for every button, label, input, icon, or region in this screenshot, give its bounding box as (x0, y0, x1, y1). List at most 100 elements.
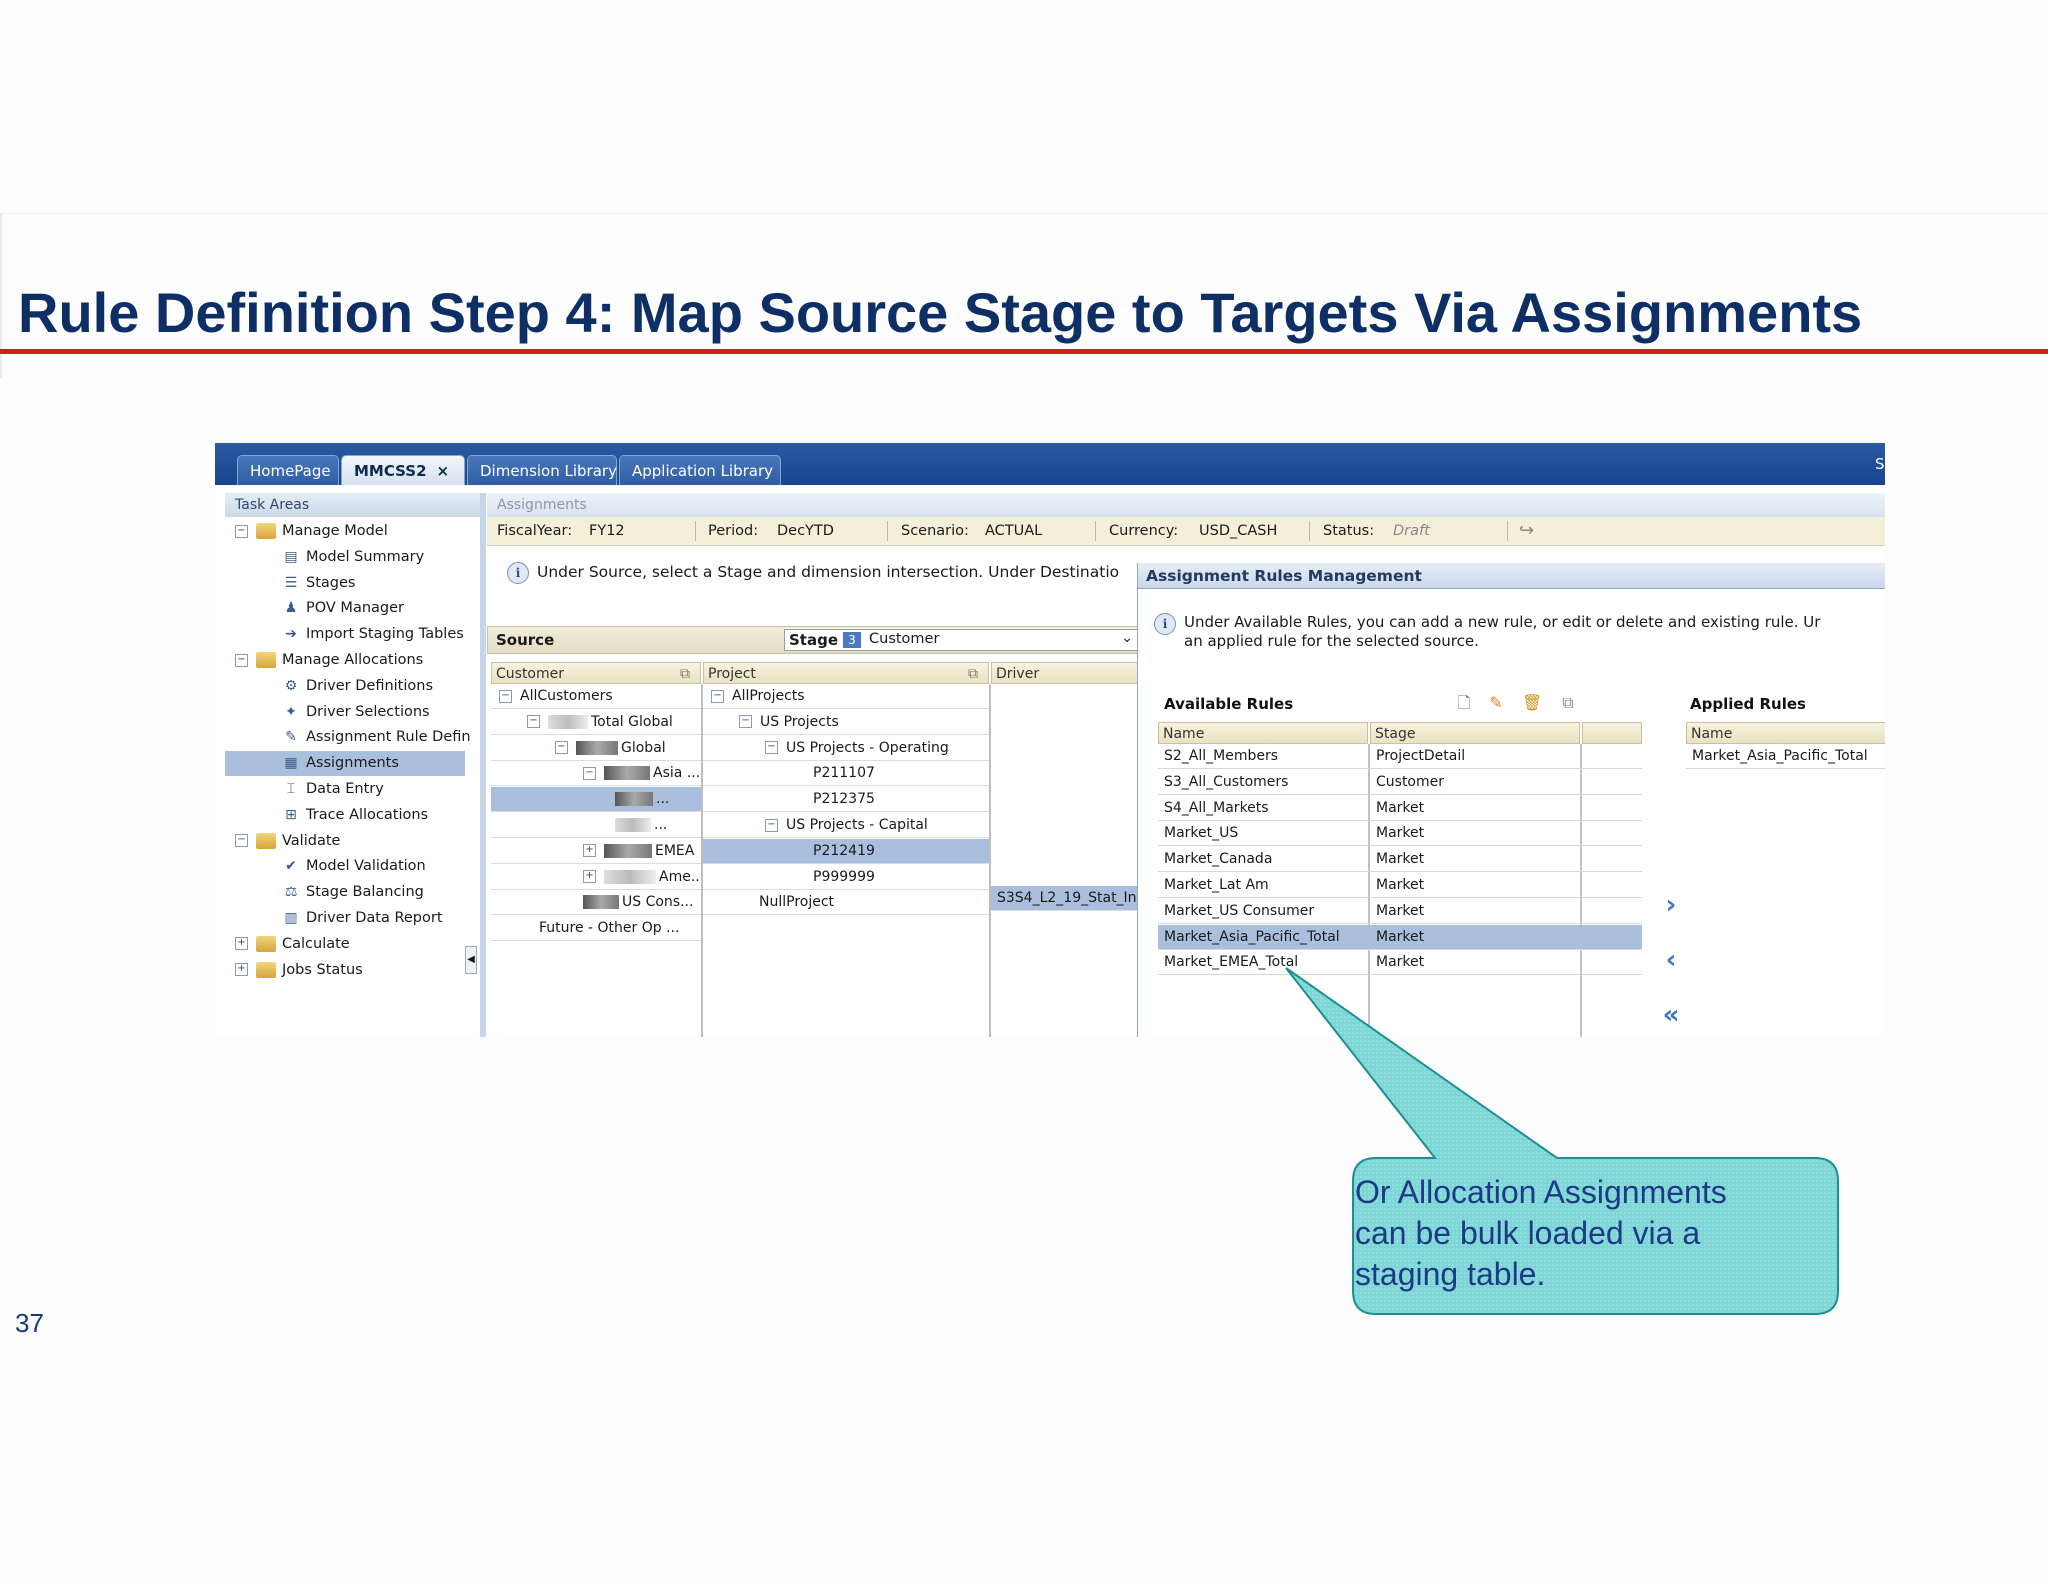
available-rule-row[interactable]: Market_EMEA_Total Market (1158, 950, 1642, 976)
task-item-assignment-rule-defin[interactable]: ✎ Assignment Rule Defin (225, 725, 470, 750)
collapse-icon[interactable]: − (711, 689, 724, 703)
customer-label: Future - Other Op ... (539, 920, 680, 937)
expand-icon[interactable]: + (235, 963, 248, 977)
available-rule-row[interactable]: S4_All_Markets Market (1158, 796, 1642, 821)
redacted-block (583, 895, 619, 910)
column-header-project[interactable]: Project ⧉ (703, 662, 989, 684)
tab-application-library[interactable]: Application Library (619, 455, 781, 485)
collapse-icon[interactable]: − (235, 524, 248, 538)
rules-header-blank (1582, 722, 1642, 744)
customer-row[interactable]: US Cons... (491, 890, 701, 916)
customer-label: AllCustomers (520, 688, 613, 704)
scenario-value[interactable]: ACTUAL (985, 517, 1042, 545)
slide-title: Rule Definition Step 4: Map Source Stage… (18, 281, 1863, 344)
customer-row[interactable]: ... (491, 787, 701, 813)
collapse-icon[interactable]: − (499, 689, 512, 703)
collapse-icon[interactable]: − (235, 834, 248, 848)
project-row[interactable]: − AllProjects (703, 684, 989, 709)
available-rule-row[interactable]: Market_Asia_Pacific_Total Market (1158, 924, 1642, 950)
available-rule-row[interactable]: Market_US Consumer Market (1158, 899, 1642, 924)
collapse-icon[interactable]: − (527, 715, 540, 729)
project-row[interactable]: P212419 (703, 838, 989, 864)
add-rule-arrow-icon[interactable]: › (1656, 890, 1686, 920)
fiscal-year-value[interactable]: FY12 (589, 517, 625, 545)
tab-mmcss2[interactable]: MMCSS2 × (341, 455, 465, 485)
available-rule-row[interactable]: Market_Lat Am Market (1158, 873, 1642, 898)
rules-header-stage[interactable]: Stage (1370, 722, 1580, 744)
customer-row[interactable]: − Asia ... (491, 761, 701, 787)
project-row[interactable]: P211107 (703, 761, 989, 787)
collapse-icon[interactable]: − (765, 741, 778, 755)
customer-row[interactable]: + Ame... (491, 865, 701, 890)
collapse-icon[interactable]: − (739, 715, 752, 729)
collapse-icon[interactable]: − (555, 741, 568, 755)
task-item-stage-balancing[interactable]: ⚖ Stage Balancing (225, 880, 465, 905)
collapse-icon[interactable]: − (765, 818, 778, 832)
available-rule-row[interactable]: Market_Canada Market (1158, 847, 1642, 873)
column-header-customer[interactable]: Customer ⧉ (491, 662, 701, 684)
project-row[interactable]: − US Projects (703, 710, 989, 735)
stage-select[interactable]: Stage 3 Customer ⌄ (784, 629, 1140, 651)
delete-rule-icon[interactable]: 🗑 (1522, 693, 1542, 713)
collapse-panel-button[interactable]: ◀ (465, 946, 477, 974)
customer-row[interactable]: − Global (491, 736, 701, 761)
customer-row[interactable]: ... (491, 813, 701, 838)
task-item-jobs-status[interactable]: + Jobs Status (225, 958, 465, 983)
tab-homepage[interactable]: HomePage (237, 455, 339, 485)
collapse-icon[interactable]: − (583, 766, 596, 780)
customer-row[interactable]: + EMEA (491, 839, 701, 864)
pov-bar: FiscalYear: FY12 Period: DecYTD Scenario… (487, 517, 1885, 546)
refresh-icon[interactable]: ↪ (1519, 517, 1534, 545)
column-picker-icon[interactable]: ⧉ (968, 663, 978, 685)
task-item-label: Model Summary (306, 548, 425, 565)
task-item-driver-selections[interactable]: ✦ Driver Selections (225, 700, 465, 725)
task-item-model-summary[interactable]: ▤ Model Summary (225, 545, 465, 570)
project-row[interactable]: − US Projects - Operating (703, 736, 989, 761)
task-item-validate[interactable]: − Validate (225, 829, 465, 854)
task-item-manage-model[interactable]: − Manage Model (225, 519, 465, 544)
task-item-manage-allocations[interactable]: − Manage Allocations (225, 648, 465, 673)
task-item-driver-data-report[interactable]: ▥ Driver Data Report (225, 906, 465, 931)
driver-cell[interactable]: S3S4_L2_19_Stat_Ing (991, 886, 1143, 911)
available-rule-row[interactable]: Market_US Market (1158, 821, 1642, 847)
task-item-driver-definitions[interactable]: ⚙ Driver Definitions (225, 674, 465, 699)
currency-value[interactable]: USD_CASH (1199, 517, 1277, 545)
column-header-driver[interactable]: Driver (991, 662, 1145, 684)
applied-rule-row[interactable]: Market_Asia_Pacific_Total (1686, 744, 1885, 769)
task-item-data-entry[interactable]: ⌶ Data Entry (225, 777, 465, 802)
expand-icon[interactable]: + (583, 844, 596, 858)
edit-rule-icon[interactable]: ✎ (1486, 693, 1506, 713)
task-item-stages[interactable]: ☰ Stages (225, 571, 465, 596)
customer-row[interactable]: Future - Other Op ... (491, 916, 701, 942)
task-item-assignments[interactable]: ▦ Assignments (225, 751, 465, 777)
available-rule-row[interactable]: S2_All_Members ProjectDetail (1158, 744, 1642, 769)
new-rule-icon[interactable]: 🗋 (1454, 693, 1474, 713)
expand-icon[interactable]: + (235, 937, 248, 951)
project-row[interactable]: P999999 (703, 865, 989, 890)
period-value[interactable]: DecYTD (777, 517, 834, 545)
column-picker-icon[interactable]: ⧉ (1558, 693, 1578, 713)
tab-dimension-library[interactable]: Dimension Library (467, 455, 617, 485)
customer-row[interactable]: − Total Global (491, 710, 701, 735)
remove-rule-arrow-icon[interactable]: ‹ (1656, 945, 1686, 975)
title-underline (0, 349, 2048, 354)
collapse-icon[interactable]: − (235, 653, 248, 667)
expand-icon[interactable]: + (583, 870, 596, 884)
available-rule-row[interactable]: S3_All_Customers Customer (1158, 770, 1642, 795)
applied-header-name[interactable]: Name (1686, 722, 1885, 744)
task-item-pov-manager[interactable]: ♟ POV Manager (225, 596, 465, 621)
project-row[interactable]: NullProject (703, 890, 989, 916)
source-bar: Source Stage 3 Customer ⌄ (487, 626, 1145, 654)
remove-all-arrow-icon[interactable]: « (1656, 1000, 1686, 1030)
task-item-import-staging-tables[interactable]: ➔ Import Staging Tables (225, 622, 465, 647)
column-picker-icon[interactable]: ⧉ (680, 663, 690, 685)
project-row[interactable]: P212375 (703, 787, 989, 813)
task-item-calculate[interactable]: + Calculate (225, 932, 465, 957)
customer-row[interactable]: − AllCustomers (491, 684, 701, 709)
chevron-down-icon[interactable]: ⌄ (1121, 630, 1133, 646)
task-item-model-validation[interactable]: ✔ Model Validation (225, 854, 465, 879)
project-row[interactable]: − US Projects - Capital (703, 813, 989, 838)
close-icon[interactable]: × (437, 462, 450, 480)
task-item-trace-allocations[interactable]: ⊞ Trace Allocations (225, 803, 465, 828)
rules-header-name[interactable]: Name (1158, 722, 1368, 744)
